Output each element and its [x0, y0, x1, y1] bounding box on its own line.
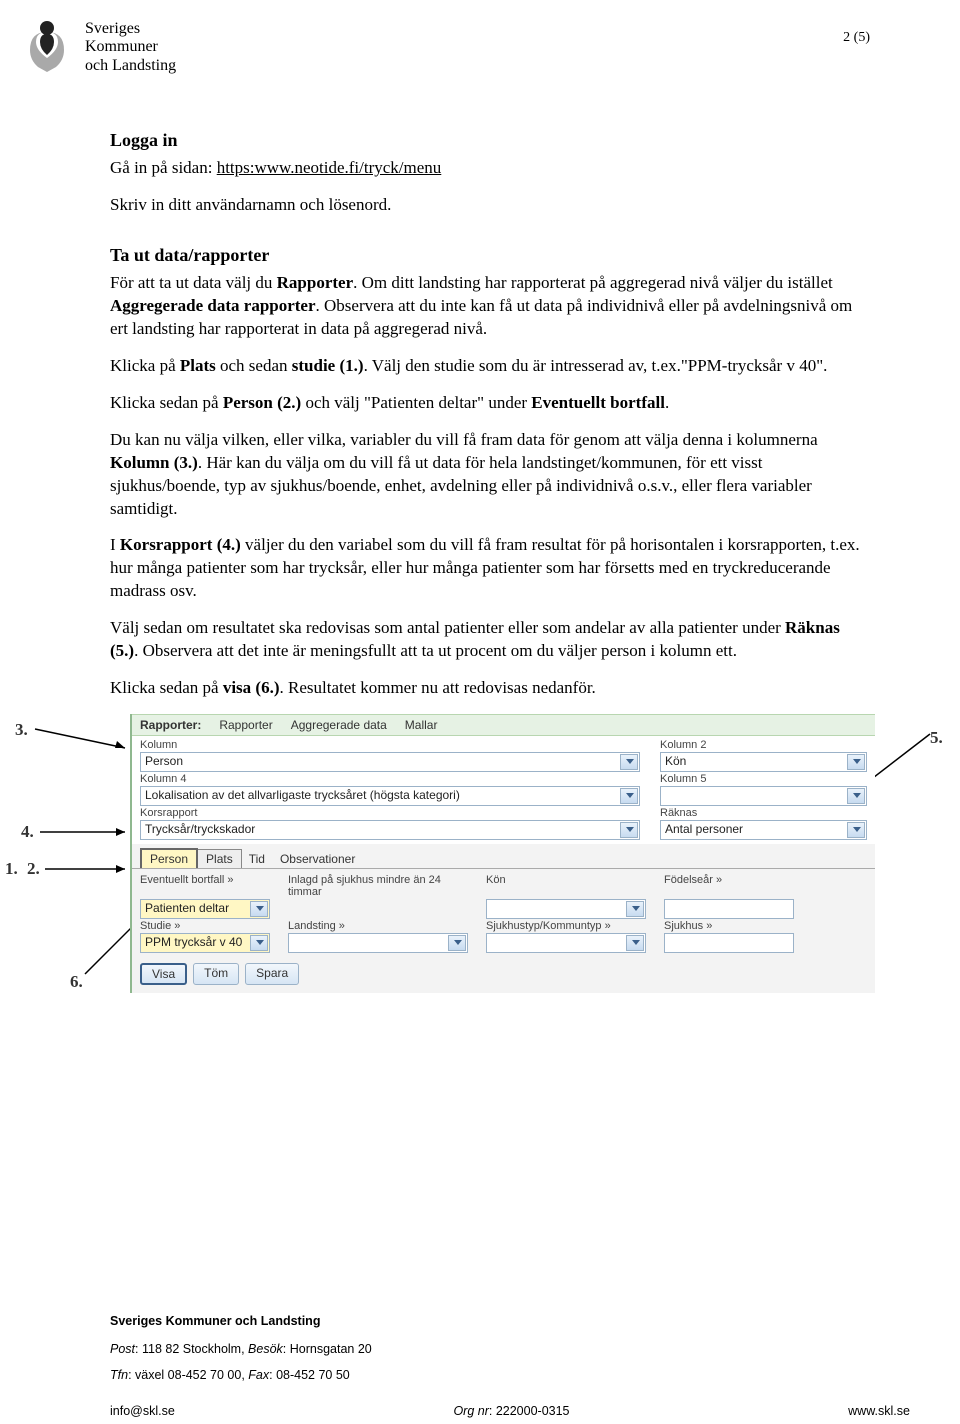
- chevron-down-icon: [454, 940, 462, 945]
- label-landsting: Landsting »: [288, 920, 468, 932]
- report-p1: För att ta ut data välj du Rapporter. Om…: [110, 272, 870, 341]
- report-p3: Klicka sedan på Person (2.) och välj "Pa…: [110, 392, 870, 415]
- label-inlagd: Inlagd på sjukhus mindre än 24 timmar: [288, 874, 468, 898]
- tab-person[interactable]: Person: [140, 848, 198, 868]
- skl-logo-icon: [20, 20, 75, 75]
- chevron-down-icon: [632, 906, 640, 911]
- page-number: 2 (5): [843, 30, 870, 46]
- topbar-link-aggregerade[interactable]: Aggregerade data: [291, 718, 387, 732]
- label-kon: Kön: [486, 874, 646, 898]
- select-kolumn[interactable]: Person: [140, 752, 640, 772]
- label-korsrapport: Korsrapport: [140, 807, 640, 819]
- report-panel: Rapporter: Rapporter Aggregerade data Ma…: [130, 714, 875, 993]
- embedded-screenshot: 3. 4. 1. 2. 6. 5. Rapporter: Rapporter A…: [15, 714, 955, 1014]
- report-p2: Klicka på Plats och sedan studie (1.). V…: [110, 355, 870, 378]
- report-p5: I Korsrapport (4.) väljer du den variabe…: [110, 534, 870, 603]
- chevron-down-icon: [626, 827, 634, 832]
- input-fodelsear[interactable]: [664, 899, 794, 919]
- select-raknas[interactable]: Antal personer: [660, 820, 867, 840]
- tab-tid[interactable]: Tid: [241, 850, 273, 868]
- filter-tabs: Person Plats Tid Observationer: [132, 844, 875, 869]
- label-kolumn2: Kolumn 2: [660, 739, 867, 751]
- callout-3: 3.: [15, 720, 28, 740]
- login-p2: Skriv in ditt användarnamn och lösenord.: [110, 194, 870, 217]
- chevron-down-icon: [256, 940, 264, 945]
- org-name: Sveriges Kommuner och Landsting: [85, 20, 176, 75]
- page-header: Sveriges Kommuner och Landsting 2 (5): [20, 20, 870, 75]
- chevron-down-icon: [626, 793, 634, 798]
- footer-email[interactable]: info@skl.se: [110, 1404, 175, 1418]
- callout-1: 1.: [5, 859, 18, 879]
- topbar-label: Rapporter:: [140, 718, 201, 732]
- chevron-down-icon: [853, 759, 861, 764]
- tom-button[interactable]: Töm: [193, 963, 239, 985]
- spara-button[interactable]: Spara: [245, 963, 299, 985]
- chevron-down-icon: [626, 759, 634, 764]
- label-fodelsear: Födelseår »: [664, 874, 794, 898]
- heading-logga-in: Logga in: [110, 130, 870, 151]
- tab-plats[interactable]: Plats: [197, 849, 242, 868]
- input-sjukhus[interactable]: [664, 933, 794, 953]
- select-kolumn4[interactable]: Lokalisation av det allvarligaste trycks…: [140, 786, 640, 806]
- label-sjukhustyp: Sjukhustyp/Kommuntyp »: [486, 920, 646, 932]
- select-landsting[interactable]: [288, 933, 468, 953]
- login-url[interactable]: https:www.neotide.fi/tryck/menu: [217, 158, 442, 177]
- label-ev-bortfall: Eventuellt bortfall »: [140, 874, 270, 898]
- footer-phone: Tfn: växel 08-452 70 00, Fax: 08-452 70 …: [110, 1368, 910, 1382]
- callout-6: 6.: [70, 972, 83, 992]
- topbar-link-mallar[interactable]: Mallar: [405, 718, 438, 732]
- footer-orgnr: Org nr: 222000-0315: [453, 1404, 569, 1418]
- callout-4: 4.: [21, 822, 34, 842]
- select-korsrapport[interactable]: Trycksår/tryckskador: [140, 820, 640, 840]
- callout-2: 2.: [27, 859, 40, 879]
- select-studie[interactable]: PPM trycksår v 40: [140, 933, 270, 953]
- callout-5: 5.: [930, 728, 943, 748]
- select-kolumn5[interactable]: [660, 786, 867, 806]
- report-p4: Du kan nu välja vilken, eller vilka, var…: [110, 429, 870, 521]
- label-kolumn5: Kolumn 5: [660, 773, 867, 785]
- arrow-4: [40, 827, 130, 837]
- chevron-down-icon: [853, 793, 861, 798]
- select-kon[interactable]: [486, 899, 646, 919]
- select-sjukhustyp[interactable]: [486, 933, 646, 953]
- topbar-link-rapporter[interactable]: Rapporter: [219, 718, 272, 732]
- chevron-down-icon: [853, 827, 861, 832]
- report-topbar: Rapporter: Rapporter Aggregerade data Ma…: [132, 714, 875, 736]
- footer-web[interactable]: www.skl.se: [848, 1404, 910, 1418]
- chevron-down-icon: [632, 940, 640, 945]
- document-body: Logga in Gå in på sidan: https:www.neoti…: [110, 130, 870, 1014]
- select-ev-bortfall[interactable]: Patienten deltar: [140, 899, 270, 919]
- label-raknas: Räknas: [660, 807, 867, 819]
- report-p7: Klicka sedan på visa (6.). Resultatet ko…: [110, 677, 870, 700]
- label-kolumn: Kolumn: [140, 739, 640, 751]
- label-kolumn4: Kolumn 4: [140, 773, 640, 785]
- heading-rapporter: Ta ut data/rapporter: [110, 245, 870, 266]
- chevron-down-icon: [256, 906, 264, 911]
- select-kolumn2[interactable]: Kön: [660, 752, 867, 772]
- report-p6: Välj sedan om resultatet ska redovisas s…: [110, 617, 870, 663]
- arrow-3: [35, 724, 130, 754]
- label-studie: Studie »: [140, 920, 270, 932]
- footer-title: Sveriges Kommuner och Landsting: [110, 1314, 910, 1328]
- page-footer: Sveriges Kommuner och Landsting Post: 11…: [110, 1304, 910, 1424]
- tab-observationer[interactable]: Observationer: [272, 850, 363, 868]
- login-p1: Gå in på sidan: https:www.neotide.fi/try…: [110, 157, 870, 180]
- footer-address: Post: 118 82 Stockholm, Besök: Hornsgata…: [110, 1342, 910, 1356]
- visa-button[interactable]: Visa: [140, 963, 187, 985]
- label-sjukhus: Sjukhus »: [664, 920, 794, 932]
- arrow-12: [45, 864, 130, 874]
- org-logo-block: Sveriges Kommuner och Landsting: [20, 20, 176, 75]
